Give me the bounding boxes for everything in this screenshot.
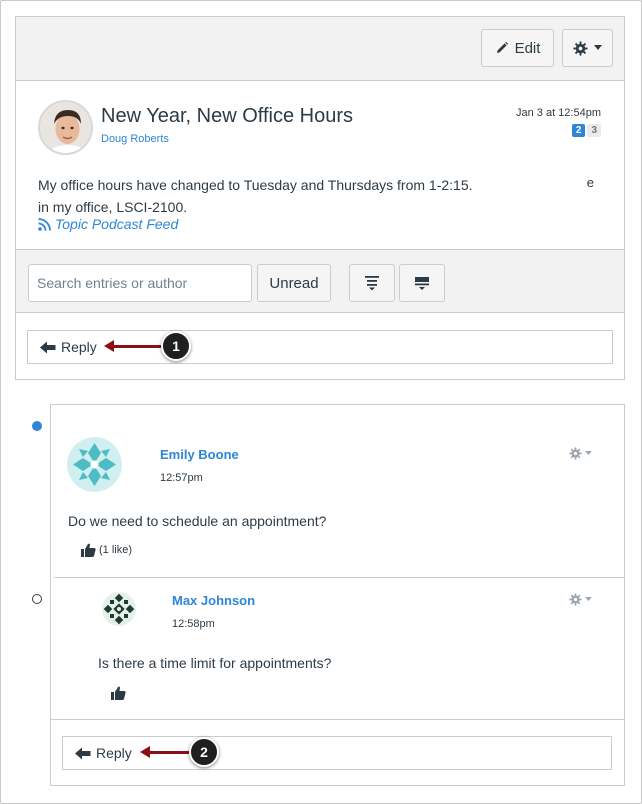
collapse-threads-button[interactable] xyxy=(399,264,445,302)
caret-down-icon xyxy=(585,597,592,602)
pattern-avatar-icon xyxy=(102,592,136,626)
edit-button-label: Edit xyxy=(514,39,541,57)
unread-count-badge: 2 xyxy=(571,124,586,137)
annotation-callout-2: 2 xyxy=(189,737,219,767)
author-avatar[interactable] xyxy=(38,100,93,155)
topic-reply-label: Reply xyxy=(61,339,97,355)
reply-arrow-icon xyxy=(75,747,91,759)
unread-indicator xyxy=(32,421,42,431)
like-button[interactable] xyxy=(111,686,126,700)
entry-avatar[interactable] xyxy=(67,437,122,492)
expand-threads-button[interactable] xyxy=(349,264,395,302)
topic-message-line-2: in my office, LSCI-2100. xyxy=(38,199,188,215)
entry-author-link[interactable]: Emily Boone xyxy=(160,447,239,462)
like-button[interactable]: (1 like) xyxy=(81,543,132,557)
entry-time: 12:57pm xyxy=(160,472,203,484)
thumbs-up-icon xyxy=(81,543,96,557)
entry-message: Is there a time limit for appointments? xyxy=(98,655,332,671)
person-photo-icon xyxy=(40,102,91,153)
gear-icon xyxy=(573,40,588,56)
gear-icon xyxy=(569,593,582,606)
like-count: (1 like) xyxy=(99,544,133,556)
topic-settings-button[interactable] xyxy=(562,29,613,67)
search-input[interactable] xyxy=(28,264,252,302)
entry-settings-button[interactable] xyxy=(569,447,592,460)
stray-glyph: e xyxy=(586,175,594,190)
topic-title: New Year, New Office Hours xyxy=(101,105,353,127)
annotation-callout-1: 1 xyxy=(161,331,191,361)
search-toolbar: Unread xyxy=(16,249,624,313)
topic-message: My office hours have changed to Tuesday … xyxy=(38,174,598,218)
discussion-topic: Edit New Year, New Office Hours Doug Rob… xyxy=(15,16,625,380)
annotation-arrow-1 xyxy=(104,340,162,352)
annotation-arrow-2 xyxy=(140,746,190,758)
unread-filter-label: Unread xyxy=(269,274,319,292)
rss-icon xyxy=(38,217,51,231)
edit-button[interactable]: Edit xyxy=(481,29,554,67)
expand-icon xyxy=(365,276,379,291)
topic-date: Jan 3 at 12:54pm xyxy=(515,107,601,119)
topic-toolbar: Edit xyxy=(16,17,624,81)
nested-reply: Max Johnson 12:58pm Is there a time limi… xyxy=(54,577,624,719)
read-indicator[interactable] xyxy=(32,594,42,604)
reply-count-badges: 2 3 xyxy=(571,124,601,137)
entry-settings-button[interactable] xyxy=(569,593,592,606)
pencil-icon xyxy=(496,41,508,53)
entry-time: 12:58pm xyxy=(172,618,215,630)
reply-arrow-icon xyxy=(40,341,56,353)
podcast-feed-label: Topic Podcast Feed xyxy=(55,216,179,232)
total-count-badge: 3 xyxy=(587,124,601,137)
entries-footer: Reply xyxy=(51,719,624,785)
entry-author-link[interactable]: Max Johnson xyxy=(172,593,255,608)
caret-down-icon xyxy=(594,45,602,50)
caret-down-icon xyxy=(585,451,592,456)
discussion-entries: Emily Boone 12:57pm Do we need to schedu… xyxy=(50,404,625,786)
collapse-icon xyxy=(415,277,429,290)
podcast-feed-link[interactable]: Topic Podcast Feed xyxy=(38,216,178,232)
topic-message-line-1: My office hours have changed to Tuesday … xyxy=(38,177,473,193)
entry-reply-label: Reply xyxy=(96,745,132,761)
pattern-avatar-icon xyxy=(67,437,122,492)
thumbs-up-icon xyxy=(111,686,126,700)
unread-filter-button[interactable]: Unread xyxy=(257,264,331,302)
entry-avatar[interactable] xyxy=(102,592,136,626)
topic-author-link[interactable]: Doug Roberts xyxy=(101,133,169,145)
gear-icon xyxy=(569,447,582,460)
entry-message: Do we need to schedule an appointment? xyxy=(68,513,327,529)
